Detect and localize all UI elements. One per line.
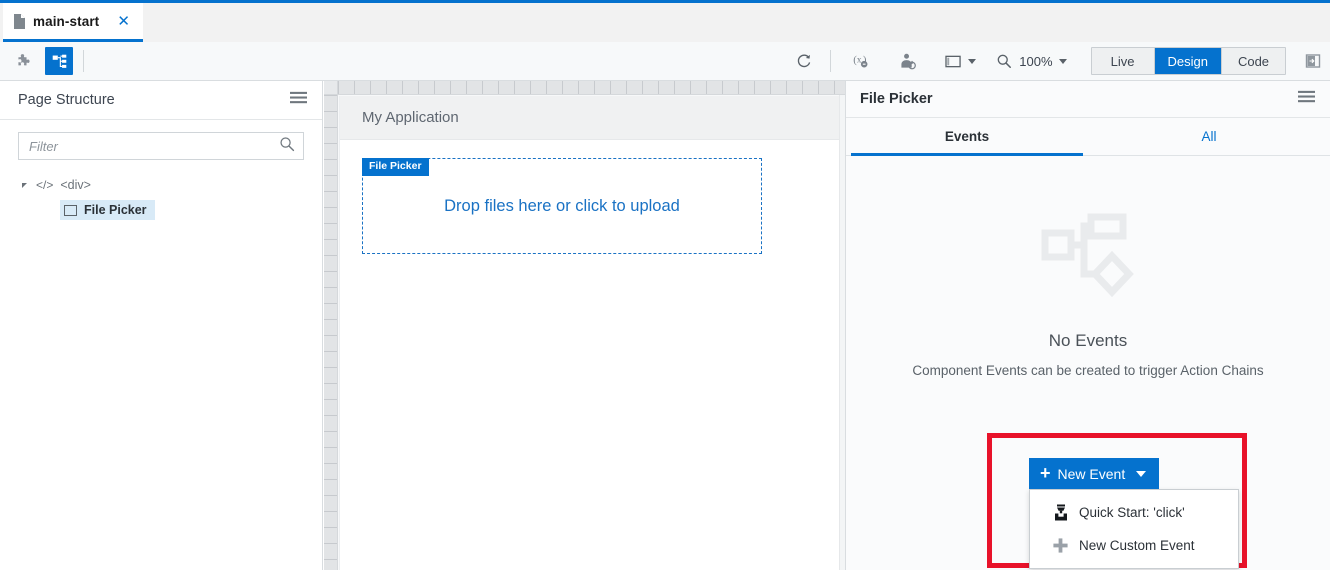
view-mode-design[interactable]: Design: [1154, 48, 1222, 74]
menu-item-quick-start-label: Quick Start: 'click': [1079, 505, 1185, 520]
plus-icon: +: [1040, 462, 1051, 483]
page-structure-title: Page Structure: [18, 92, 115, 108]
filter-input[interactable]: [27, 137, 273, 155]
new-event-menu: Quick Start: 'click' New Custom Event: [1029, 489, 1239, 569]
search-icon[interactable]: [279, 136, 295, 157]
file-picker-component[interactable]: File Picker Drop files here or click to …: [362, 158, 762, 254]
vertical-ruler: [324, 95, 338, 570]
tab-all[interactable]: All: [1088, 118, 1330, 155]
file-icon: [13, 13, 25, 29]
chevron-down-icon[interactable]: [968, 58, 977, 64]
hamburger-menu-icon[interactable]: [287, 88, 310, 113]
tree-children: File Picker: [0, 200, 322, 221]
app-preview-header: My Application: [340, 96, 839, 140]
chevron-down-icon[interactable]: [1136, 470, 1147, 477]
page-structure-panel: Page Structure Filter </> <div> File Pic…: [0, 81, 323, 570]
view-mode-code[interactable]: Code: [1222, 48, 1285, 74]
event-flow-icon: [1038, 212, 1138, 309]
view-mode-group: Live Design Code: [1090, 47, 1286, 75]
variables-icon[interactable]: ( x ): [847, 47, 875, 75]
magnifier-icon: [997, 54, 1012, 68]
page-structure-tree: </> <div> File Picker: [0, 160, 322, 221]
main-toolbar: ( x ) 100% Live Design Code: [0, 42, 1330, 81]
toolbar-divider-2: [830, 50, 832, 72]
properties-panel-header: File Picker: [846, 81, 1330, 118]
filter-wrapper: [0, 120, 322, 160]
tree-node-file-picker-label: File Picker: [84, 203, 147, 217]
application-window: main-start ✕ (x) 100% Live Design Code…: [0, 0, 1330, 570]
component-box-icon: [64, 204, 77, 216]
horizontal-ruler: [338, 81, 845, 95]
canvas-surface[interactable]: My Application File Picker Drop files he…: [339, 96, 839, 570]
user-assignment-icon[interactable]: [893, 47, 921, 75]
click-event-icon: [1052, 504, 1069, 521]
menu-item-new-custom-label: New Custom Event: [1079, 538, 1195, 553]
plus-icon: [1052, 537, 1069, 554]
editor-tab-label: main-start: [33, 13, 100, 29]
device-preview-icon[interactable]: [945, 47, 977, 75]
ruler-corner: [324, 81, 338, 95]
page-structure-header: Page Structure: [0, 81, 322, 120]
toggle-right-panel-icon[interactable]: [1298, 46, 1328, 76]
properties-panel-title: File Picker: [860, 91, 933, 107]
events-empty-state: No Events Component Events can be create…: [846, 212, 1330, 378]
close-icon[interactable]: ✕: [114, 12, 133, 31]
component-badge[interactable]: File Picker: [362, 158, 429, 176]
code-tag-icon: </>: [36, 178, 54, 192]
expanded-arrow-icon[interactable]: [22, 182, 27, 188]
dropzone-label: Drop files here or click to upload: [444, 196, 680, 215]
hamburger-menu-icon[interactable]: [1295, 87, 1318, 112]
chevron-down-icon[interactable]: [1058, 58, 1067, 64]
refresh-icon[interactable]: [790, 47, 818, 75]
menu-item-quick-start-click[interactable]: Quick Start: 'click': [1030, 496, 1238, 529]
zoom-control[interactable]: 100%: [996, 53, 1067, 69]
svg-text:x: x: [857, 54, 862, 64]
app-title: My Application: [362, 109, 459, 126]
design-canvas: My Application File Picker Drop files he…: [324, 81, 845, 570]
components-palette-icon[interactable]: [11, 47, 39, 75]
properties-tabs: Events All: [846, 118, 1330, 156]
toolbar-divider: [83, 50, 84, 72]
editor-tab-bar: main-start ✕: [0, 0, 1330, 42]
tree-node-file-picker[interactable]: File Picker: [60, 200, 155, 220]
empty-state-title: No Events: [1048, 331, 1128, 350]
filter-box[interactable]: [18, 132, 304, 160]
new-event-button-label: New Event: [1057, 465, 1126, 482]
tab-events[interactable]: Events: [846, 118, 1088, 156]
tree-node-div-label: <div>: [60, 178, 91, 192]
zoom-level-label: 100%: [1019, 53, 1053, 69]
page-structure-icon[interactable]: [45, 47, 73, 75]
tree-node-div[interactable]: </> <div>: [0, 174, 322, 196]
menu-item-new-custom-event[interactable]: New Custom Event: [1030, 529, 1238, 562]
empty-state-subtitle: Component Events can be created to trigg…: [912, 363, 1264, 378]
new-event-button[interactable]: + New Event: [1029, 458, 1160, 489]
editor-tab-main-start[interactable]: main-start ✕: [3, 3, 143, 42]
view-mode-live[interactable]: Live: [1091, 48, 1155, 74]
